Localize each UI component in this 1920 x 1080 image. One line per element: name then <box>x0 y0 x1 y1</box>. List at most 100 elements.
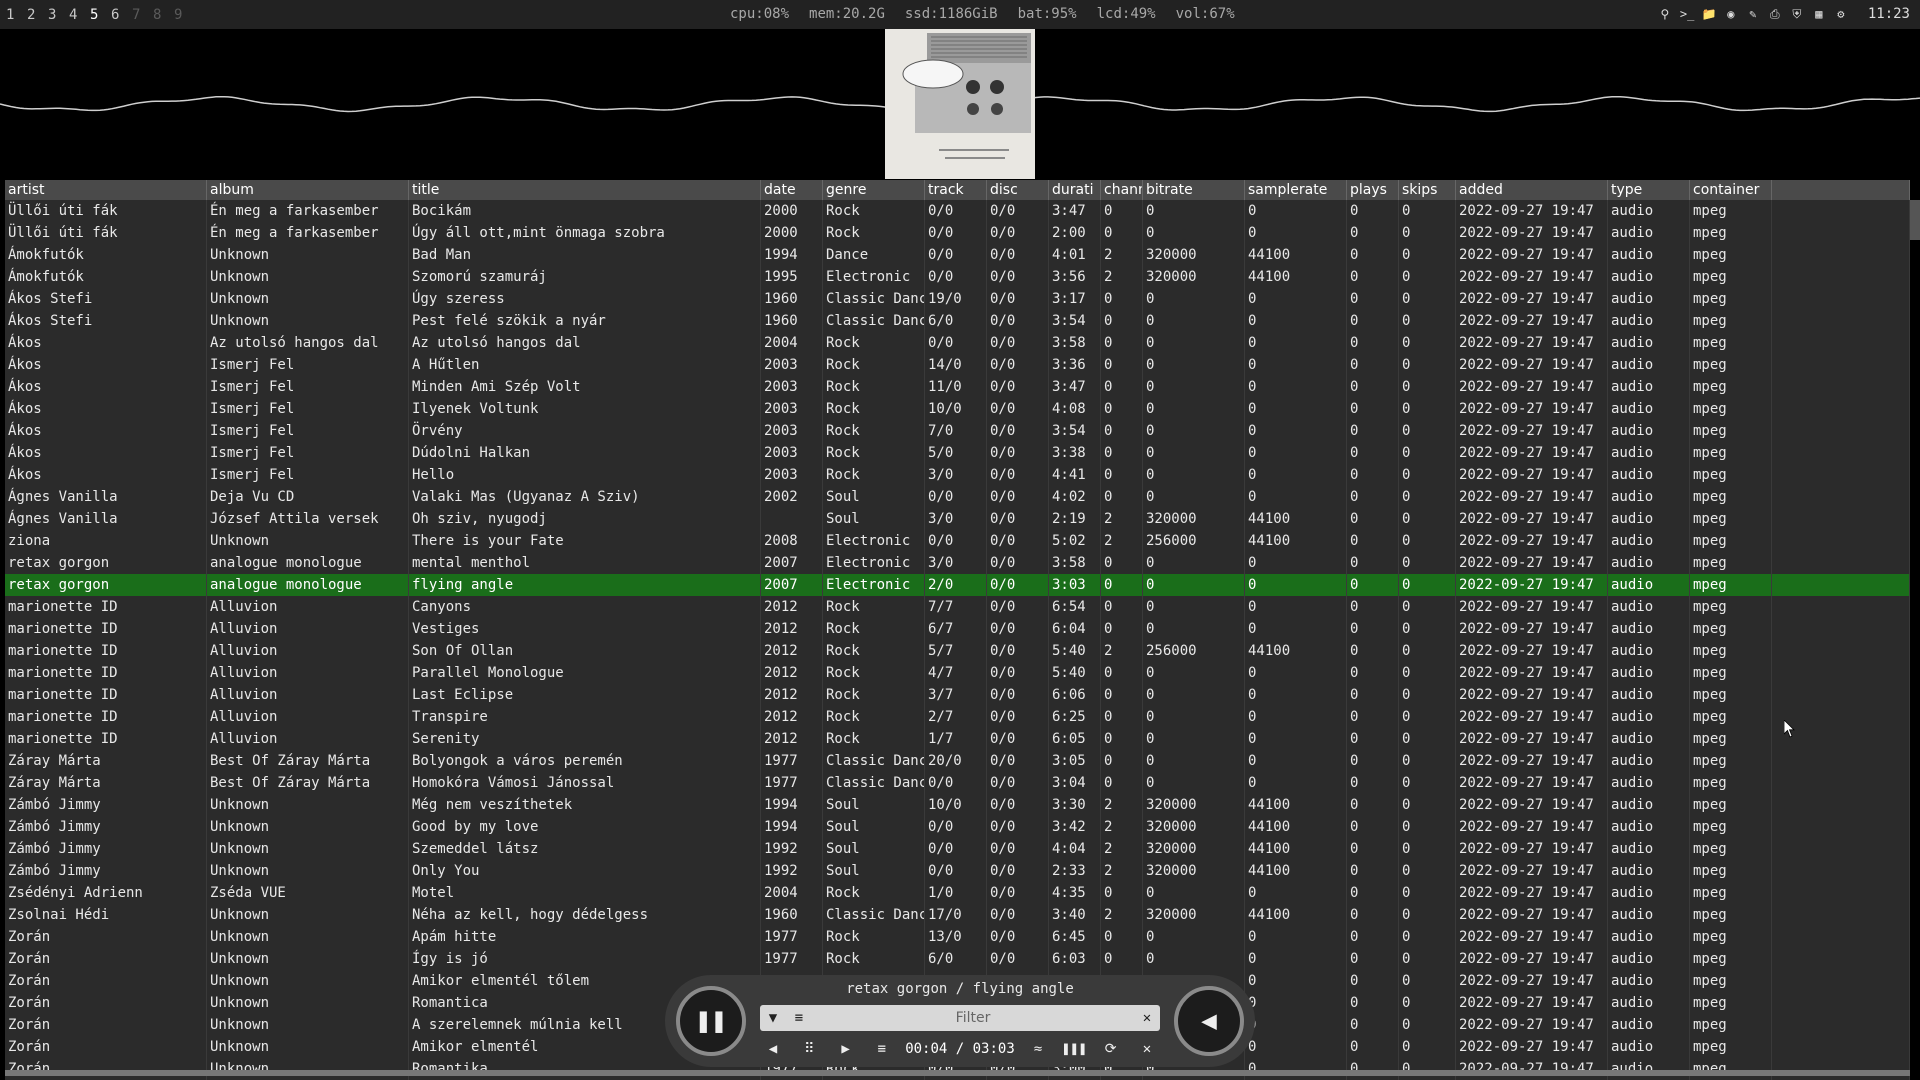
table-row[interactable]: Ákos Stefi Unknown Úgy szeress 1960 Classic … <box>5 288 1910 310</box>
table-row[interactable]: Ágnes Vanilla József Attila versek Oh sziv… <box>5 508 1910 530</box>
filter-clear-icon[interactable]: ✕ <box>1134 1010 1160 1026</box>
table-row[interactable]: Ákos Ismerj Fel Dúdolni Halkan 2003 Rock 5/0 0… <box>5 442 1910 464</box>
pause-button[interactable]: ❚❚ <box>676 986 746 1056</box>
close-icon[interactable]: ✕ <box>1134 1041 1160 1057</box>
gear-icon[interactable]: ⚙ <box>1834 7 1848 21</box>
table-row[interactable]: marionette ID Alluvion Vestiges 2012 Rock 6/7… <box>5 618 1910 640</box>
horizontal-scrollbar[interactable] <box>5 1070 1910 1076</box>
workspace-2[interactable]: 2 <box>27 7 48 23</box>
table-row[interactable]: Záray Márta Best Of Záray Márta Bolyongok … <box>5 750 1910 772</box>
table-row[interactable]: Ákos Ismerj Fel Minden Ami Szép Volt 2003 Ro… <box>5 376 1910 398</box>
cell-title: Bad Man <box>409 244 761 266</box>
printer-icon[interactable]: ⎙ <box>1768 7 1782 21</box>
table-row[interactable]: Záray Márta Best Of Záray Márta Homokóra V… <box>5 772 1910 794</box>
table-row[interactable]: Ákos Ismerj Fel Hello 2003 Rock 3/0 0/0 4:41 0 0 0… <box>5 464 1910 486</box>
table-row[interactable]: Zsolnai Hédi Unknown Néha az kell, hogy dé… <box>5 904 1910 926</box>
library-table[interactable]: artist album title date genre track disc durati… <box>5 180 1910 1080</box>
cell-artist: Ákos <box>5 420 207 442</box>
playlist-icon[interactable]: ≡ <box>869 1041 895 1057</box>
filter-dropdown-icon[interactable]: ▼ <box>760 1010 786 1026</box>
table-row[interactable]: Zámbó Jimmy Unknown Only You 1992 Soul 0/0 0/0… <box>5 860 1910 882</box>
column-header-plays[interactable]: plays <box>1347 180 1399 200</box>
table-row[interactable]: Zsédényi Adrienn Zséda VUE Motel 2004 Rock 1/… <box>5 882 1910 904</box>
cell-date: 1994 <box>761 794 823 816</box>
table-row[interactable]: Zámbó Jimmy Unknown Még nem veszíthetek 199… <box>5 794 1910 816</box>
column-header-added[interactable]: added <box>1456 180 1608 200</box>
drag-handle-icon[interactable]: ⠿ <box>796 1041 822 1057</box>
column-header-type[interactable]: type <box>1608 180 1690 200</box>
table-row[interactable]: Zámbó Jimmy Unknown Szemeddel látsz 1992 Sou… <box>5 838 1910 860</box>
column-header-artist[interactable]: artist <box>5 180 207 200</box>
cell-disc: 0/0 <box>987 706 1049 728</box>
filter-menu-icon[interactable]: ≡ <box>786 1010 812 1026</box>
column-header-album[interactable]: album <box>207 180 409 200</box>
previous-button[interactable]: ◀ <box>1174 986 1244 1056</box>
repeat-icon[interactable]: ⟳ <box>1098 1041 1124 1057</box>
column-header-title[interactable]: title <box>409 180 761 200</box>
table-body[interactable]: Üllői úti fák Én meg a farkasember Bocikám… <box>5 200 1910 1080</box>
workspace-4[interactable]: 4 <box>69 7 90 23</box>
table-row[interactable]: Ákos Ismerj Fel Ilyenek Voltunk 2003 Rock 10/… <box>5 398 1910 420</box>
column-header-track[interactable]: track <box>925 180 987 200</box>
column-header-bitrate[interactable]: bitrate <box>1143 180 1245 200</box>
table-row[interactable]: Ákos Stefi Unknown Pest felé szökik a nyár… <box>5 310 1910 332</box>
table-row[interactable]: Zorán Unknown Apám hitte 1977 Rock 13/0 0/0 6:4… <box>5 926 1910 948</box>
cell-plays: 0 <box>1347 750 1399 772</box>
column-header-durati[interactable]: durati <box>1049 180 1101 200</box>
table-row[interactable]: Zorán Unknown Így is jó 1977 Rock 6/0 0/0 6:03 0… <box>5 948 1910 970</box>
cell-chann: 0 <box>1101 684 1143 706</box>
workspace-5[interactable]: 5 <box>90 7 111 23</box>
column-header-container[interactable]: container <box>1690 180 1772 200</box>
table-row[interactable]: Ákos Ismerj Fel Örvény 2003 Rock 7/0 0/0 3:54 0 0… <box>5 420 1910 442</box>
workspace-8[interactable]: 8 <box>153 7 174 23</box>
cell-title: Son Of Ollan <box>409 640 761 662</box>
pause-icon: ❚❚ <box>695 1006 727 1036</box>
workspace-9[interactable]: 9 <box>174 7 195 23</box>
table-row[interactable]: marionette ID Alluvion Canyons 2012 Rock 7/7 0… <box>5 596 1910 618</box>
table-row[interactable]: marionette ID Alluvion Son Of Ollan 2012 Roc… <box>5 640 1910 662</box>
table-row[interactable]: marionette ID Alluvion Transpire 2012 Rock 2/… <box>5 706 1910 728</box>
table-row[interactable]: retax gorgon analogue monologue mental men… <box>5 552 1910 574</box>
workspace-6[interactable]: 6 <box>111 7 132 23</box>
shield-icon[interactable]: ⛨ <box>1790 7 1804 21</box>
column-header-chann[interactable]: chann <box>1101 180 1143 200</box>
waveform-toggle-icon[interactable]: ≈ <box>1025 1041 1051 1057</box>
cell-added: 2022-09-27 19:47 <box>1456 596 1608 618</box>
cell-genre: Rock <box>823 684 925 706</box>
cell-genre: Classic Danc <box>823 772 925 794</box>
column-header-genre[interactable]: genre <box>823 180 925 200</box>
column-header-disc[interactable]: disc <box>987 180 1049 200</box>
workspace-3[interactable]: 3 <box>48 7 69 23</box>
table-row[interactable]: Üllői úti fák Én meg a farkasember Úgy áll… <box>5 222 1910 244</box>
editor-icon[interactable]: ✎ <box>1746 7 1760 21</box>
equalizer-icon[interactable]: ❚❚❚ <box>1061 1041 1087 1057</box>
table-row-selected[interactable]: retax gorgon analogue monologue flying ang… <box>5 574 1910 596</box>
table-row[interactable]: Ámokfutók Unknown Szomorú szamuráj 1995 Elec… <box>5 266 1910 288</box>
folder-icon[interactable]: 📁 <box>1702 7 1717 21</box>
table-row[interactable]: Ágnes Vanilla Deja Vu CD Valaki Mas (Ugyan… <box>5 486 1910 508</box>
table-row[interactable]: Ámokfutók Unknown Bad Man 1994 Dance 0/0 0/0 4:… <box>5 244 1910 266</box>
table-row[interactable]: Üllői úti fák Én meg a farkasember Bocikám… <box>5 200 1910 222</box>
table-row[interactable]: Zámbó Jimmy Unknown Good by my love 1994 Sou… <box>5 816 1910 838</box>
filter-input[interactable]: Filter <box>812 1010 1134 1026</box>
search-icon[interactable]: ⚲ <box>1658 7 1672 21</box>
prev-icon[interactable]: ◀ <box>760 1041 786 1057</box>
table-row[interactable]: Ákos Ismerj Fel A Hűtlen 2003 Rock 14/0 0/0 3:3… <box>5 354 1910 376</box>
table-row[interactable]: marionette ID Alluvion Parallel Monologue 2… <box>5 662 1910 684</box>
column-header-date[interactable]: date <box>761 180 823 200</box>
table-row[interactable]: ziona Unknown There is your Fate 2008 Electr… <box>5 530 1910 552</box>
row-filler <box>1772 200 1910 222</box>
browser-icon[interactable]: ◉ <box>1724 7 1738 21</box>
cell-durati: 4:04 <box>1049 838 1101 860</box>
workspace-7[interactable]: 7 <box>132 7 153 23</box>
workspace-1[interactable]: 1 <box>6 7 27 23</box>
vertical-scrollbar[interactable] <box>1910 200 1920 240</box>
play-icon[interactable]: ▶ <box>833 1041 859 1057</box>
terminal-icon[interactable]: >_ <box>1680 7 1694 21</box>
grid-icon[interactable]: ▦ <box>1812 7 1826 21</box>
table-row[interactable]: Ákos Az utolsó hangos dal Az utolsó hangos… <box>5 332 1910 354</box>
column-header-samplerate[interactable]: samplerate <box>1245 180 1347 200</box>
table-row[interactable]: marionette ID Alluvion Serenity 2012 Rock 1/7… <box>5 728 1910 750</box>
table-row[interactable]: marionette ID Alluvion Last Eclipse 2012 Roc… <box>5 684 1910 706</box>
column-header-skips[interactable]: skips <box>1399 180 1456 200</box>
